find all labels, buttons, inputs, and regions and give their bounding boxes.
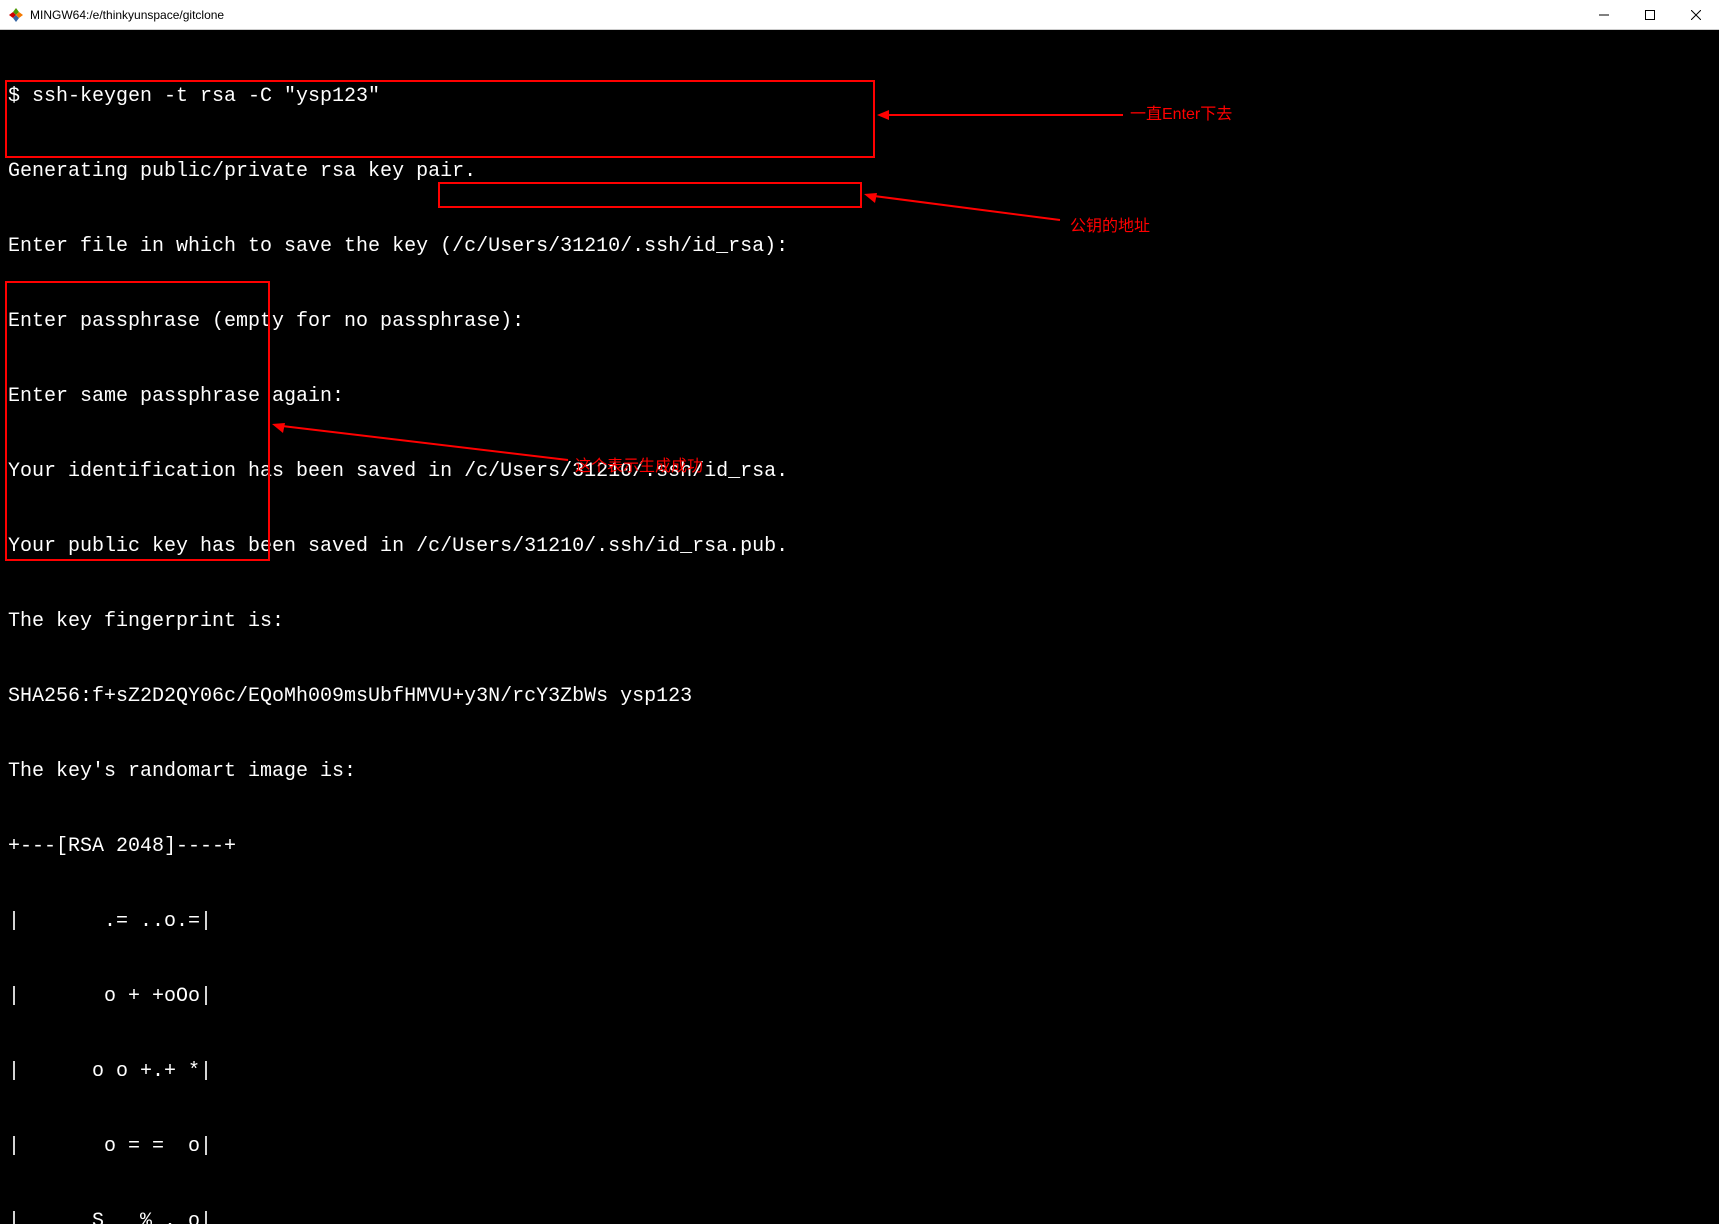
titlebar: MINGW64:/e/thinkyunspace/gitclone	[0, 0, 1719, 30]
terminal-line: Enter same passphrase again:	[8, 384, 1711, 409]
window-controls	[1581, 0, 1719, 29]
terminal[interactable]: $ ssh-keygen -t rsa -C "ysp123" Generati…	[0, 30, 1719, 612]
terminal-line: SHA256:f+sZ2D2QY06c/EQoMh009msUbfHMVU+y3…	[8, 684, 1711, 709]
terminal-line: Enter passphrase (empty for no passphras…	[8, 309, 1711, 334]
titlebar-left: MINGW64:/e/thinkyunspace/gitclone	[8, 7, 224, 23]
terminal-line: The key's randomart image is:	[8, 759, 1711, 784]
terminal-line: | S % . o|	[8, 1209, 1711, 1224]
minimize-button[interactable]	[1581, 0, 1627, 29]
terminal-line: | o + +oOo|	[8, 984, 1711, 1009]
terminal-line: | .= ..o.=|	[8, 909, 1711, 934]
maximize-button[interactable]	[1627, 0, 1673, 29]
terminal-line: Enter file in which to save the key (/c/…	[8, 234, 1711, 259]
terminal-line: $ ssh-keygen -t rsa -C "ysp123"	[8, 84, 1711, 109]
terminal-line: Generating public/private rsa key pair.	[8, 159, 1711, 184]
window-title: MINGW64:/e/thinkyunspace/gitclone	[30, 8, 224, 22]
terminal-line: +---[RSA 2048]----+	[8, 834, 1711, 859]
terminal-line: The key fingerprint is:	[8, 609, 1711, 634]
terminal-line: | o = = o|	[8, 1134, 1711, 1159]
close-button[interactable]	[1673, 0, 1719, 29]
terminal-line: Your public key has been saved in /c/Use…	[8, 534, 1711, 559]
terminal-line: | o o +.+ *|	[8, 1059, 1711, 1084]
app-icon	[8, 7, 24, 23]
terminal-line: Your identification has been saved in /c…	[8, 459, 1711, 484]
